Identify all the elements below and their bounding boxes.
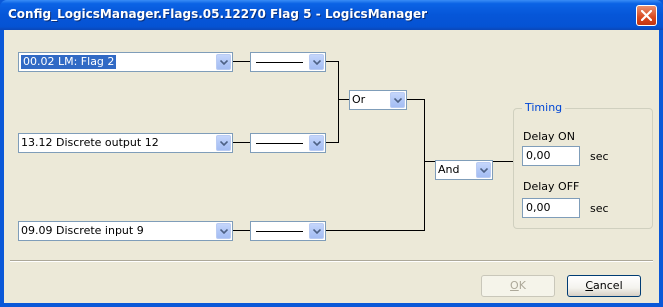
dropdown-button[interactable] [476,162,491,178]
cancel-mnemonic: C [585,279,594,292]
cancel-label-rest: ancel [593,279,623,292]
gate-select-2[interactable]: And [435,160,493,180]
delay-off-field[interactable]: 0,00 [522,198,580,218]
gate-select-2-value: And [438,163,460,176]
chevron-down-icon [313,229,321,234]
input-select-2-value: 13.12 Discrete output 12 [21,136,159,149]
dialog-window: Config_LogicsManager.Flags.05.12270 Flag… [0,0,663,307]
input-select-1[interactable]: 00.02 LM: Flag 2 [18,52,233,72]
dropdown-button[interactable] [309,135,324,151]
title-bar[interactable]: Config_LogicsManager.Flags.05.12270 Flag… [0,0,663,30]
input-select-1-value: 00.02 LM: Flag 2 [21,55,117,69]
negation-line [256,62,303,63]
negation-select-3[interactable] [250,221,326,241]
ok-mnemonic: O [510,279,519,292]
window-title: Config_LogicsManager.Flags.05.12270 Flag… [8,7,428,21]
chevron-down-icon [480,168,488,173]
chevron-down-icon [313,141,321,146]
dropdown-button[interactable] [390,92,405,108]
input-select-3[interactable]: 09.09 Discrete input 9 [18,221,233,241]
negation-line [256,231,303,232]
close-icon [641,10,652,21]
delay-on-field[interactable]: 0,00 [522,146,580,166]
dropdown-button[interactable] [309,223,324,239]
ok-label-rest: K [518,279,526,292]
chevron-down-icon [220,141,228,146]
timing-group-legend: Timing [522,101,566,114]
cancel-button[interactable]: Cancel [567,275,641,297]
chevron-down-icon [220,229,228,234]
gate-select-1[interactable]: Or [349,90,407,110]
close-button[interactable] [636,5,657,26]
delay-on-unit: sec [590,150,609,163]
delay-off-unit: sec [590,202,609,215]
chevron-down-icon [313,60,321,65]
delay-off-label: Delay OFF [523,180,580,193]
dialog-client-area: 00.02 LM: Flag 2 13.12 Discrete output 1… [4,30,659,303]
input-select-2[interactable]: 13.12 Discrete output 12 [18,133,233,153]
dropdown-button[interactable] [216,54,231,70]
dropdown-button[interactable] [309,54,324,70]
negation-line [256,143,303,144]
gate-select-1-value: Or [352,93,366,106]
chevron-down-icon [220,60,228,65]
input-select-3-value: 09.09 Discrete input 9 [21,224,144,237]
delay-on-label: Delay ON [523,130,575,143]
button-separator [10,260,653,262]
negation-select-1[interactable] [250,52,326,72]
ok-button[interactable]: OK [481,275,555,297]
chevron-down-icon [394,98,402,103]
dropdown-button[interactable] [216,135,231,151]
dropdown-button[interactable] [216,223,231,239]
negation-select-2[interactable] [250,133,326,153]
